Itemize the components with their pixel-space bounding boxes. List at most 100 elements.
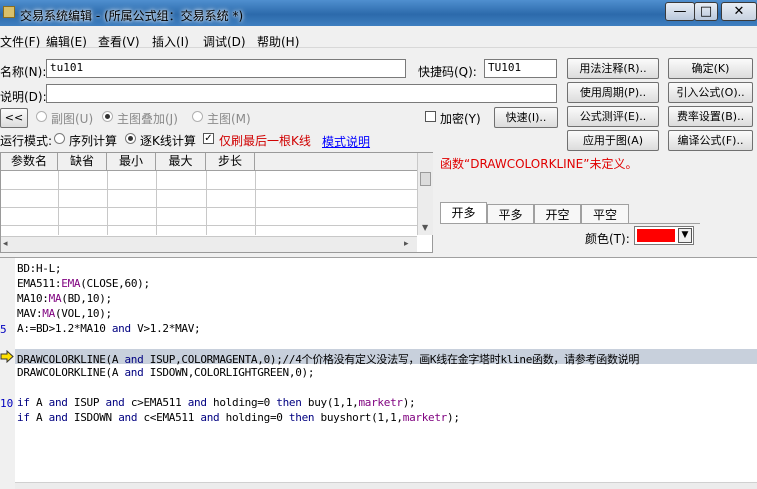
col-filler bbox=[255, 153, 417, 171]
code-func: marketr bbox=[358, 396, 403, 409]
hotkey-input[interactable]: TU101 bbox=[484, 59, 557, 78]
col-divider bbox=[206, 171, 207, 235]
mode-help-link[interactable]: 模式说明 bbox=[322, 133, 370, 150]
code-text: c>EMA511 bbox=[124, 396, 188, 409]
row-divider bbox=[1, 189, 417, 190]
run-mode-label: 运行模式: bbox=[0, 134, 53, 148]
tab-close-long[interactable]: 平多 bbox=[487, 204, 534, 224]
code-text: (BD,10); bbox=[61, 292, 112, 305]
code-text: buy(1,1, bbox=[301, 396, 359, 409]
menu-help[interactable]: 帮助(H) bbox=[257, 33, 299, 50]
import-button[interactable]: 引入公式(O).. bbox=[668, 82, 753, 103]
code-keyword: and bbox=[124, 366, 144, 379]
period-button[interactable]: 使用周期(P).. bbox=[567, 82, 659, 103]
col-max[interactable]: 最大 bbox=[156, 153, 206, 171]
code-func: marketr bbox=[402, 411, 448, 424]
title-bar[interactable]: 交易系统编辑 - (所属公式组：交易系统 *) — □ ✕ bbox=[0, 0, 757, 26]
desc-input[interactable] bbox=[46, 84, 557, 103]
col-divider bbox=[58, 171, 59, 235]
code-text: ); bbox=[447, 411, 460, 424]
hotkey-label: 快捷码(Q): bbox=[418, 65, 477, 79]
scroll-right-icon[interactable]: ▸ bbox=[404, 239, 409, 249]
code-line: MA10:MA(BD,10); bbox=[17, 292, 112, 305]
menu-file[interactable]: 文件(F) bbox=[0, 33, 40, 50]
line-number: 10 bbox=[0, 397, 14, 410]
col-default[interactable]: 缺省 bbox=[58, 153, 107, 171]
row-divider bbox=[1, 225, 417, 226]
app-icon bbox=[3, 6, 15, 18]
code-line: DRAWCOLORKLINE(A and ISUP,COLORMAGENTA,0… bbox=[17, 351, 639, 367]
code-text: c<EMA511 bbox=[137, 411, 201, 424]
code-text: A bbox=[29, 396, 49, 409]
color-label: 颜色(T): bbox=[585, 232, 630, 246]
vertical-scrollbar[interactable]: ▼ bbox=[417, 153, 433, 235]
color-swatch bbox=[637, 229, 675, 242]
name-input[interactable]: tu101 bbox=[46, 59, 406, 78]
param-table[interactable]: 参数名 缺省 最小 最大 步长 ▼ ◂ ▸ bbox=[0, 152, 433, 253]
desc-label: 说明(D): bbox=[0, 90, 47, 104]
editor-gutter bbox=[0, 258, 15, 489]
horizontal-scrollbar[interactable]: ◂ ▸ bbox=[1, 236, 417, 252]
usage-note-button[interactable]: 用法注释(R).. bbox=[567, 58, 659, 79]
tab-open-long[interactable]: 开多 bbox=[440, 202, 487, 224]
code-text: buyshort(1,1, bbox=[314, 411, 404, 424]
refresh-last-checkbox[interactable]: ✓ bbox=[203, 133, 214, 144]
line-number: 5 bbox=[0, 323, 7, 336]
code-text: EMA511: bbox=[17, 277, 62, 290]
menu-debug[interactable]: 调试(D) bbox=[203, 33, 246, 50]
apply-button[interactable]: 应用于图(A) bbox=[567, 130, 659, 151]
menu-edit[interactable]: 编辑(E) bbox=[46, 33, 87, 50]
col-param-name[interactable]: 参数名 bbox=[1, 153, 58, 171]
code-text: V>1.2*MAV; bbox=[130, 322, 201, 335]
window-title: 交易系统编辑 - (所属公式组：交易系统 *) bbox=[20, 9, 244, 23]
editor-horizontal-scrollbar[interactable] bbox=[15, 482, 757, 489]
code-keyword: and bbox=[118, 411, 138, 424]
code-text: ); bbox=[402, 396, 416, 409]
code-keyword: if bbox=[17, 411, 30, 424]
close-button[interactable]: ✕ bbox=[721, 2, 757, 21]
ok-button[interactable]: 确定(K) bbox=[668, 58, 753, 79]
col-min[interactable]: 最小 bbox=[107, 153, 156, 171]
tab-close-short[interactable]: 平空 bbox=[581, 204, 629, 224]
code-text: A bbox=[29, 411, 49, 424]
test-button[interactable]: 公式测评(E).. bbox=[567, 106, 659, 127]
code-text: ISUP bbox=[67, 396, 106, 409]
scroll-thumb[interactable] bbox=[420, 172, 431, 186]
col-step[interactable]: 步长 bbox=[206, 153, 255, 171]
code-line: DRAWCOLORKLINE(A and ISDOWN,COLORLIGHTGR… bbox=[17, 366, 314, 379]
tab-baseline bbox=[440, 223, 700, 224]
main-chart-label: 主图(M) bbox=[207, 112, 251, 126]
dropdown-arrow-icon[interactable]: ▼ bbox=[678, 228, 692, 243]
series-mode-radio[interactable] bbox=[54, 133, 65, 144]
code-line: EMA511:EMA(CLOSE,60); bbox=[17, 277, 150, 290]
code-keyword: then bbox=[288, 411, 315, 424]
menu-view[interactable]: 查看(V) bbox=[98, 33, 140, 50]
code-keyword: and bbox=[105, 396, 125, 409]
error-message: 函数“DRAWCOLORKLINE”未定义。 bbox=[440, 157, 638, 171]
minimize-button[interactable]: — bbox=[665, 2, 695, 21]
code-line: BD:H-L; bbox=[17, 262, 62, 275]
menu-bar: 文件(F) 编辑(E) 查看(V) 插入(I) 调试(D) 帮助(H) bbox=[0, 26, 757, 50]
main-chart-radio[interactable] bbox=[192, 111, 203, 122]
nav-back-button[interactable]: << bbox=[0, 108, 28, 128]
scroll-left-icon[interactable]: ◂ bbox=[3, 239, 8, 249]
fast-button[interactable]: 快速(I).. bbox=[494, 107, 558, 128]
overlay-radio[interactable] bbox=[102, 111, 113, 122]
encrypt-checkbox[interactable] bbox=[425, 111, 436, 122]
code-line: if A and ISDOWN and c<EMA511 and holding… bbox=[17, 411, 460, 424]
code-func: MA bbox=[42, 307, 55, 320]
code-editor[interactable]: 5 10 BD:H-L; EMA511:EMA(CLOSE,60); MA10:… bbox=[0, 257, 757, 489]
sub-chart-radio[interactable] bbox=[36, 111, 47, 122]
scroll-down-icon[interactable]: ▼ bbox=[422, 223, 428, 232]
maximize-button[interactable]: □ bbox=[694, 2, 718, 21]
color-select[interactable]: ▼ bbox=[634, 226, 694, 245]
code-text: (CLOSE,60); bbox=[80, 277, 150, 290]
code-keyword: and bbox=[48, 411, 68, 424]
code-func: MA bbox=[48, 292, 62, 305]
tab-open-short[interactable]: 开空 bbox=[534, 204, 581, 224]
menu-insert[interactable]: 插入(I) bbox=[152, 33, 189, 50]
bar-mode-radio[interactable] bbox=[125, 133, 136, 144]
fee-button[interactable]: 费率设置(B).. bbox=[668, 106, 753, 127]
compile-button[interactable]: 编译公式(F).. bbox=[668, 130, 753, 151]
col-divider bbox=[156, 171, 157, 235]
